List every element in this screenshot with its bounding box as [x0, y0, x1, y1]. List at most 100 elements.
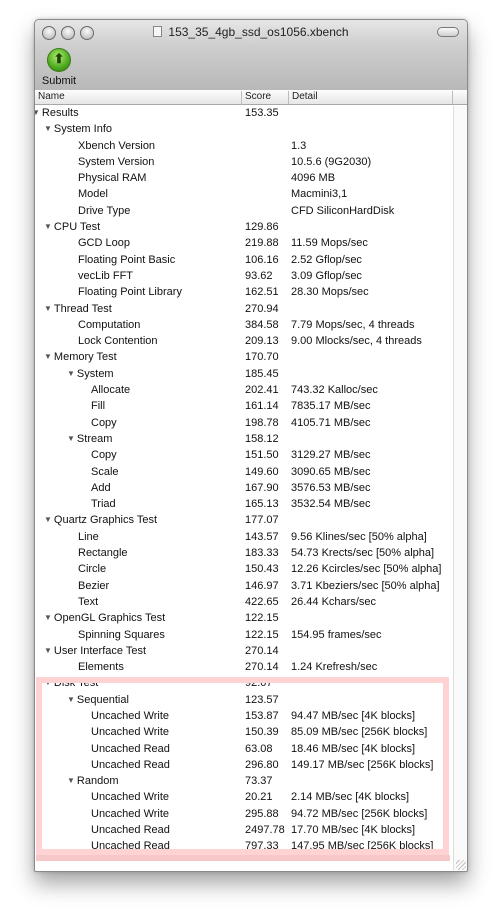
submit-button[interactable]: ⬆ Submit [41, 48, 77, 87]
name-cell: Uncached Read [91, 824, 170, 836]
name-cell: Lock Contention [78, 335, 158, 347]
disclosure-triangle-icon[interactable]: ▼ [44, 304, 52, 313]
row-name: Stream [76, 432, 113, 445]
resize-grip-icon[interactable] [456, 860, 466, 870]
disclosure-triangle-icon[interactable]: ▼ [67, 695, 75, 704]
outline-row[interactable]: Physical RAM 4096 MB [35, 171, 453, 187]
outline-row[interactable]: Uncached Read 63.08 18.46 MB/sec [4K block… [35, 742, 453, 758]
outline-row[interactable]: Line 143.57 9.56 Klines/sec [50% alpha] [35, 530, 453, 546]
outline-row[interactable]: Text 422.65 26.44 Kchars/sec [35, 595, 453, 611]
disclosure-triangle-icon[interactable]: ▼ [67, 776, 75, 785]
outline-row[interactable]: Copy 198.78 4105.71 MB/sec [35, 416, 453, 432]
outline-row[interactable]: Uncached Write 150.39 85.09 MB/sec [256K b… [35, 725, 453, 741]
disclosure-triangle-icon[interactable]: ▼ [67, 434, 75, 443]
outline-row[interactable]: Rectangle 183.33 54.73 Krects/sec [50% alp… [35, 546, 453, 562]
column-header-name[interactable]: Name [35, 91, 242, 104]
upload-arrow-icon: ⬆ [47, 48, 71, 72]
disclosure-triangle-icon[interactable]: ▼ [44, 613, 52, 622]
outline-row[interactable]: Floating Point Library 162.51 28.30 Mops/s… [35, 285, 453, 301]
disclosure-triangle-icon[interactable]: ▼ [44, 352, 52, 361]
disclosure-triangle-icon[interactable]: ▼ [67, 369, 75, 378]
score-cell: 202.41 [245, 384, 279, 397]
name-cell: Xbench Version [78, 140, 155, 152]
outline-row[interactable]: ▼Results 153.35 [35, 106, 453, 122]
row-name: Uncached Write [91, 709, 170, 722]
detail-cell: 743.32 Kalloc/sec [291, 384, 378, 397]
outline-row[interactable]: ▼ Thread Test 270.94 [35, 302, 453, 318]
outline-row[interactable]: ▼ System Info [35, 122, 453, 138]
row-name: vecLib FFT [78, 269, 134, 282]
outline-row[interactable]: ▼ Sequential 123.57 [35, 693, 453, 709]
name-cell: Spinning Squares [78, 629, 165, 641]
outline-row[interactable]: Triad 165.13 3532.54 MB/sec [35, 497, 453, 513]
disclosure-triangle-icon[interactable]: ▼ [35, 108, 40, 117]
outline-row[interactable]: Allocate 202.41 743.32 Kalloc/sec [35, 383, 453, 399]
column-header-detail[interactable]: Detail [289, 91, 453, 104]
toolbar-toggle-button[interactable] [437, 27, 459, 37]
name-cell: System Version [78, 156, 154, 168]
outline-row[interactable]: ▼ Memory Test 170.70 [35, 350, 453, 366]
outline-row[interactable]: Model Macmini3,1 [35, 187, 453, 203]
outline-row[interactable]: Computation 384.58 7.79 Mops/sec, 4 thread… [35, 318, 453, 334]
outline-row[interactable]: Copy 151.50 3129.27 MB/sec [35, 448, 453, 464]
outline-row[interactable]: ▼ Random 73.37 [35, 774, 453, 790]
results-outline: ▼Results153.35▼System InfoXbench Version… [35, 106, 453, 856]
document-icon [153, 26, 163, 37]
outline-row[interactable]: Fill 161.14 7835.17 MB/sec [35, 399, 453, 415]
outline-row[interactable]: ▼ Stream 158.12 [35, 432, 453, 448]
outline-row[interactable]: Spinning Squares 122.15 154.95 frames/sec [35, 628, 453, 644]
column-header-score[interactable]: Score [242, 91, 289, 104]
outline-row[interactable]: Drive Type CFD SiliconHardDisk [35, 204, 453, 220]
outline-row[interactable]: Uncached Write 20.21 2.14 MB/sec [4K block… [35, 790, 453, 806]
row-name: Xbench Version [78, 139, 156, 152]
row-name: Bezier [78, 579, 110, 592]
outline-row[interactable]: Bezier 146.97 3.71 Kbeziers/sec [50% alpha… [35, 579, 453, 595]
outline-row[interactable]: ▼ User Interface Test 270.14 [35, 644, 453, 660]
outline-row[interactable]: vecLib FFT 93.62 3.09 Gflop/sec [35, 269, 453, 285]
disclosure-triangle-icon[interactable]: ▼ [44, 222, 52, 231]
outline-row[interactable]: ▼ Quartz Graphics Test 177.07 [35, 513, 453, 529]
detail-cell: 4096 MB [291, 172, 336, 185]
disclosure-triangle-icon[interactable]: ▼ [44, 678, 52, 687]
outline-row[interactable]: Uncached Read 2497.78 17.70 MB/sec [4K blo… [35, 823, 453, 839]
outline-row[interactable]: Uncached Write 295.88 94.72 MB/sec [256K b… [35, 807, 453, 823]
outline-row[interactable]: Uncached Read 797.33 147.95 MB/sec [256K b… [35, 839, 453, 855]
outline-row[interactable]: GCD Loop 219.88 11.59 Mops/sec [35, 236, 453, 252]
outline-row[interactable]: System Version 10.5.6 (9G2030) [35, 155, 453, 171]
row-name: Lock Contention [78, 335, 158, 348]
row-name: System Info [53, 123, 112, 136]
outline-row[interactable]: Add 167.90 3576.53 MB/sec [35, 481, 453, 497]
outline-row[interactable]: ▼ Disk Test 92.07 [35, 676, 453, 692]
outline-row[interactable]: Uncached Read 296.80 149.17 MB/sec [256K b… [35, 758, 453, 774]
outline-row[interactable]: ▼ OpenGL Graphics Test 122.15 [35, 611, 453, 627]
score-cell: 270.14 [245, 661, 279, 674]
name-cell: vecLib FFT [78, 270, 133, 282]
disclosure-triangle-icon[interactable]: ▼ [44, 515, 52, 524]
disclosure-triangle-icon[interactable]: ▼ [44, 646, 52, 655]
outline-row[interactable]: Lock Contention 209.13 9.00 Mlocks/sec, 4 … [35, 334, 453, 350]
name-cell: ▼ Thread Test [44, 303, 112, 315]
vertical-scrollbar[interactable] [453, 106, 467, 870]
score-cell: 63.08 [245, 742, 273, 755]
outline-row[interactable]: ▼ System 185.45 [35, 367, 453, 383]
name-cell: Scale [91, 466, 119, 478]
detail-cell: 10.5.6 (9G2030) [291, 155, 372, 168]
xbench-window: 153_35_4gb_ssd_os1056.xbench ⬆ Submit Na… [34, 19, 468, 872]
outline-row[interactable]: Scale 149.60 3090.65 MB/sec [35, 465, 453, 481]
outline-row[interactable]: Xbench Version 1.3 [35, 139, 453, 155]
outline-row[interactable]: Floating Point Basic 106.16 2.52 Gflop/sec [35, 253, 453, 269]
disclosure-triangle-icon[interactable]: ▼ [44, 124, 52, 133]
detail-cell: 94.72 MB/sec [256K blocks] [291, 807, 428, 820]
detail-cell: CFD SiliconHardDisk [291, 204, 395, 217]
detail-cell: 26.44 Kchars/sec [291, 595, 376, 608]
outline-row[interactable]: Elements 270.14 1.24 Krefresh/sec [35, 660, 453, 676]
row-name: Text [78, 595, 99, 608]
detail-cell: 3129.27 MB/sec [291, 449, 371, 462]
outline-row[interactable]: Uncached Write 153.87 94.47 MB/sec [4K blo… [35, 709, 453, 725]
outline-row[interactable]: ▼ CPU Test 129.86 [35, 220, 453, 236]
score-cell: 797.33 [245, 840, 279, 853]
name-cell: Uncached Read [91, 743, 170, 755]
row-name: Spinning Squares [78, 628, 165, 641]
detail-cell: 28.30 Mops/sec [291, 286, 369, 299]
outline-row[interactable]: Circle 150.43 12.26 Kcircles/sec [50% alph… [35, 562, 453, 578]
